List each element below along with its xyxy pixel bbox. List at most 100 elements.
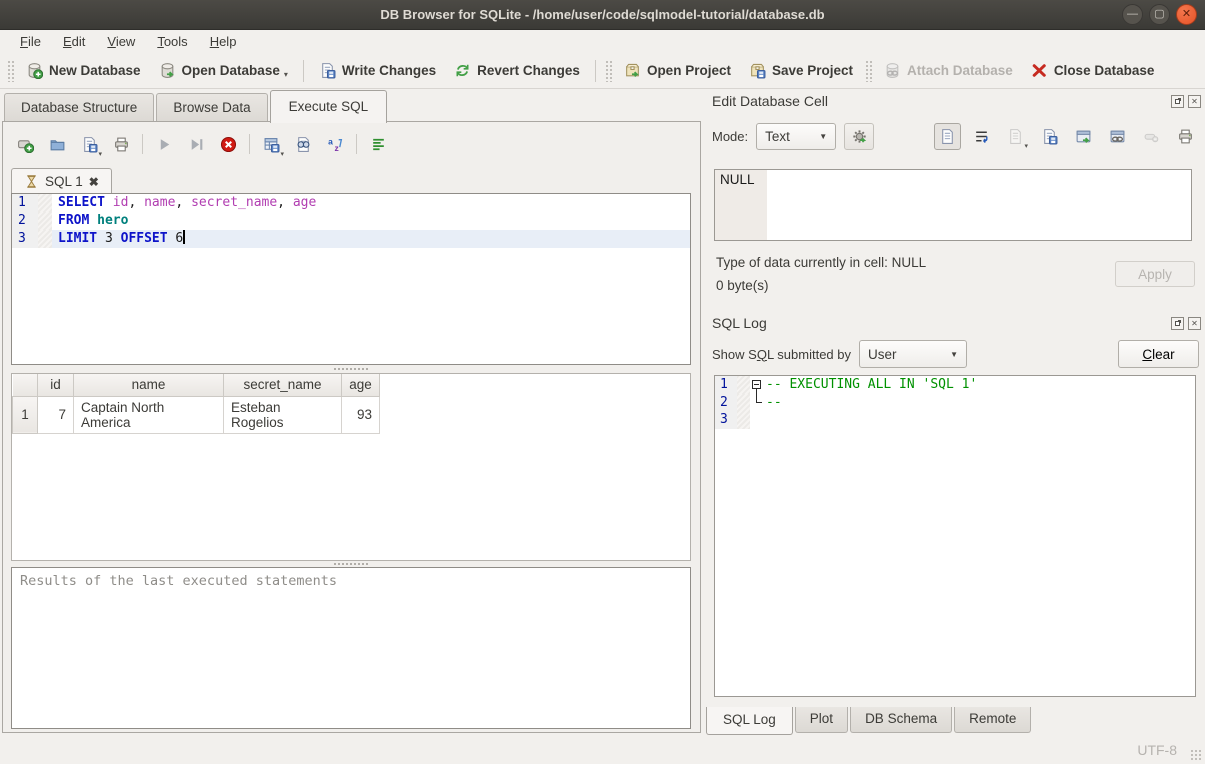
save-project-button[interactable]: Save Project <box>740 57 862 84</box>
dock-tab-plot[interactable]: Plot <box>795 707 848 733</box>
cell-name[interactable]: Captain North America <box>74 396 224 433</box>
column-header-age[interactable]: age <box>342 374 380 396</box>
sql-file-tab[interactable]: SQL 1 ✖ <box>11 168 112 194</box>
save-results-dropdown-icon[interactable]: ▾ <box>280 150 284 158</box>
execute-all-button[interactable] <box>150 130 178 158</box>
new-sql-tab-button[interactable] <box>11 130 39 158</box>
export-data-button[interactable] <box>1036 123 1063 150</box>
code-line-current: 3 LIMIT 3 OFFSET 6 <box>12 230 690 248</box>
menu-tools[interactable]: Tools <box>147 32 197 51</box>
autocomplete-button[interactable] <box>321 130 349 158</box>
open-database-dropdown-icon[interactable]: ▾ <box>284 70 288 79</box>
line-number: 3 <box>12 230 38 248</box>
menu-edit[interactable]: Edit <box>53 32 95 51</box>
text-mode-button[interactable] <box>934 123 961 150</box>
stop-execution-button[interactable] <box>214 130 242 158</box>
new-database-button[interactable]: New Database <box>17 57 150 84</box>
results-message-box[interactable]: Results of the last executed statements <box>11 567 691 729</box>
tab-database-structure[interactable]: Database Structure <box>4 93 154 122</box>
cell-id[interactable]: 7 <box>38 396 74 433</box>
minimize-button[interactable]: — <box>1122 4 1143 25</box>
close-database-button[interactable]: Close Database <box>1022 57 1164 84</box>
save-results-button[interactable]: ▾ <box>257 130 285 158</box>
mode-combobox[interactable]: Text ▼ <box>756 123 836 150</box>
dock-tab-sql-log[interactable]: SQL Log <box>706 707 793 735</box>
sql-editor-toolbar: ▾ ▾ <box>11 128 392 160</box>
save-sql-dropdown-icon[interactable]: ▾ <box>98 150 102 158</box>
close-dock-icon[interactable]: ✕ <box>1188 317 1201 330</box>
export-data-icon <box>1041 128 1058 145</box>
open-in-app-button[interactable] <box>1104 123 1131 150</box>
float-dock-icon[interactable] <box>1171 317 1184 330</box>
dock-tab-remote[interactable]: Remote <box>954 707 1031 733</box>
encoding-indicator[interactable]: UTF-8 <box>1137 742 1177 758</box>
tab-execute-sql[interactable]: Execute SQL <box>270 90 388 123</box>
fold-marker[interactable] <box>750 376 766 394</box>
clear-log-button[interactable]: Clear <box>1118 340 1199 368</box>
column-header-id[interactable]: id <box>38 374 74 396</box>
menu-view[interactable]: View <box>97 32 145 51</box>
cell-secret-name[interactable]: Esteban Rogelios <box>224 396 342 433</box>
apply-cell-button[interactable] <box>1070 123 1097 150</box>
import-data-button[interactable]: ▾ <box>1002 123 1029 150</box>
close-button[interactable]: ✕ <box>1176 4 1197 25</box>
toolbar-drag-handle[interactable] <box>7 60 14 82</box>
print-cell-button[interactable] <box>1172 123 1199 150</box>
word-wrap-button[interactable] <box>968 123 995 150</box>
menu-help[interactable]: Help <box>200 32 247 51</box>
set-null-button[interactable] <box>1138 123 1165 150</box>
execute-line-icon <box>188 136 205 153</box>
cell-editor[interactable]: NULL <box>714 169 1192 241</box>
sql-log-view[interactable]: 1 -- EXECUTING ALL IN 'SQL 1' 2 -- 3 <box>714 375 1196 697</box>
toolbar-drag-handle[interactable] <box>605 60 612 82</box>
sql-code-editor[interactable]: 1 SELECT id, name, secret_name, age 2 FR… <box>11 193 691 365</box>
close-dock-icon[interactable]: ✕ <box>1188 95 1201 108</box>
set-null-icon <box>1143 128 1160 145</box>
print-icon <box>1177 128 1194 145</box>
apply-button[interactable]: Apply <box>1115 261 1195 287</box>
toolbar-drag-handle[interactable] <box>865 60 872 82</box>
save-results-icon <box>263 136 280 153</box>
menu-file[interactable]: File <box>10 32 51 51</box>
close-sql-tab-icon[interactable]: ✖ <box>89 175 99 189</box>
open-database-button[interactable]: Open Database ▾ <box>150 57 297 84</box>
maximize-button[interactable]: ▢ <box>1149 4 1170 25</box>
cell-age[interactable]: 93 <box>342 396 380 433</box>
window-titlebar[interactable]: DB Browser for SQLite - /home/user/code/… <box>0 0 1205 30</box>
execute-sql-page: ▾ ▾ <box>2 121 701 733</box>
line-number: 3 <box>715 411 737 429</box>
sql-file-tab-bar: SQL 1 ✖ <box>11 166 112 194</box>
open-sql-file-button[interactable] <box>43 130 71 158</box>
save-sql-file-button[interactable]: ▾ <box>75 130 103 158</box>
line-number: 2 <box>12 212 38 230</box>
attach-database-button[interactable]: Attach Database <box>875 57 1022 84</box>
revert-changes-icon <box>454 62 471 79</box>
auto-apply-button[interactable] <box>844 123 874 150</box>
print-sql-button[interactable] <box>107 130 135 158</box>
corner-header[interactable] <box>13 374 38 396</box>
main-toolbar: New Database Open Database ▾ Write Chang… <box>0 53 1205 89</box>
write-changes-icon <box>319 62 336 79</box>
resize-grip[interactable] <box>1190 749 1202 761</box>
format-sql-button[interactable] <box>364 130 392 158</box>
print-icon <box>113 136 130 153</box>
column-header-secret-name[interactable]: secret_name <box>224 374 342 396</box>
open-database-icon <box>159 62 176 79</box>
edit-cell-toolbar: Mode: Text ▼ ▾ <box>712 121 1199 151</box>
find-button[interactable] <box>289 130 317 158</box>
splitter-handle[interactable] <box>11 366 691 372</box>
write-changes-button[interactable]: Write Changes <box>310 57 445 84</box>
chevron-down-icon: ▼ <box>819 132 827 141</box>
save-sql-file-icon <box>81 136 98 153</box>
execute-line-button[interactable] <box>182 130 210 158</box>
column-header-name[interactable]: name <box>74 374 224 396</box>
dock-tab-db-schema[interactable]: DB Schema <box>850 707 952 733</box>
open-project-button[interactable]: Open Project <box>615 57 740 84</box>
log-filter-combobox[interactable]: User ▼ <box>859 340 967 368</box>
tab-browse-data[interactable]: Browse Data <box>156 93 267 122</box>
row-header[interactable]: 1 <box>13 396 38 433</box>
float-dock-icon[interactable] <box>1171 95 1184 108</box>
revert-changes-button[interactable]: Revert Changes <box>445 57 589 84</box>
fold-margin <box>38 230 52 248</box>
cell-type-info: Type of data currently in cell: NULL <box>716 255 926 270</box>
